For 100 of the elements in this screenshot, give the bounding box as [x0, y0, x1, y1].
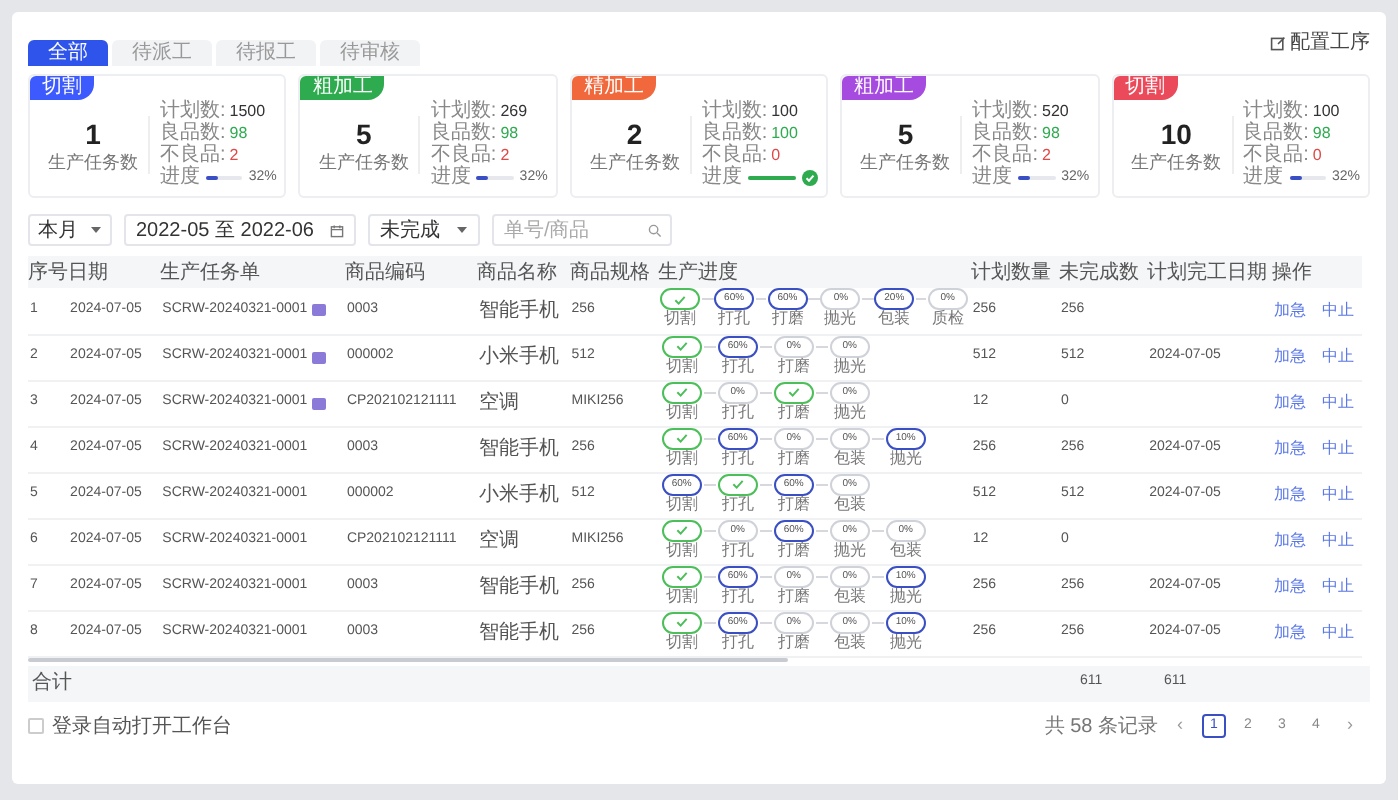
step-label: 打孔 [721, 403, 754, 421]
bad-value: 0 [771, 144, 781, 166]
action-link[interactable]: 中止 [1321, 345, 1354, 369]
action-link[interactable]: 加急 [1273, 575, 1306, 599]
count-label: 生产任务数 [1131, 151, 1222, 173]
bad-value: 2 [229, 144, 239, 166]
table-cell: 智能手机 [477, 426, 570, 472]
column-header: 计划完工日期 [1147, 256, 1272, 288]
progress-label: 进度 [160, 166, 200, 188]
step-label: 抛光 [889, 633, 922, 651]
step-label: 切割 [665, 541, 698, 559]
column-header: 计划数量 [970, 256, 1059, 288]
status-select[interactable]: 未完成 [367, 214, 480, 246]
action-link[interactable]: 中止 [1321, 575, 1354, 599]
tab[interactable]: 全部 [28, 40, 108, 66]
action-link[interactable]: 加急 [1273, 391, 1306, 415]
prev-page-button[interactable]: ‹ [1168, 712, 1192, 740]
step-done-icon [661, 611, 702, 633]
caret-icon [90, 224, 102, 236]
progress-label: 进度 [1243, 166, 1284, 188]
plan-label: 计划数: [1243, 100, 1309, 122]
bad-value: 0 [1312, 144, 1322, 166]
stage-tag: 精加工 [571, 76, 656, 100]
step-label: 抛光 [833, 541, 866, 559]
plan-label: 计划数: [430, 100, 497, 122]
date-range-field[interactable]: 2022-05 至 2022-06 [124, 214, 356, 246]
step-label: 包装 [889, 541, 922, 559]
step-label: 包装 [878, 310, 911, 329]
step-done-icon [717, 473, 758, 495]
good-value: 100 [771, 122, 798, 144]
step-label: 抛光 [889, 587, 922, 605]
progress-label: 进度 [701, 166, 742, 188]
checkbox[interactable] [28, 718, 44, 734]
tab[interactable]: 待审核 [320, 40, 420, 66]
plan-value: 269 [500, 100, 528, 122]
step-label: 切割 [665, 633, 698, 651]
step-label: 抛光 [833, 403, 866, 421]
plan-label: 计划数: [160, 100, 226, 122]
step-label: 打磨 [777, 495, 810, 513]
stage-tag: 切割 [30, 76, 94, 100]
step-label: 抛光 [833, 357, 866, 375]
step-label: 打磨 [777, 449, 810, 467]
column-header: 日期 [68, 256, 161, 288]
action-link[interactable]: 加急 [1273, 437, 1306, 461]
column-header: 生产任务单 [160, 256, 345, 288]
action-link[interactable]: 加急 [1273, 621, 1306, 645]
step-label: 抛光 [824, 310, 857, 329]
checkbox-label: 登录自动打开工作台 [52, 713, 232, 741]
column-header: 商品规格 [569, 256, 658, 288]
table-cell: 小米手机 [477, 334, 570, 380]
table-cell: 小米手机 [477, 472, 570, 518]
good-value: 98 [229, 122, 248, 144]
search-icon [647, 223, 662, 237]
task-count: 5 [897, 115, 914, 151]
table-cell: 智能手机 [477, 288, 570, 334]
step-label: 切割 [665, 587, 698, 605]
action-link[interactable]: 中止 [1321, 483, 1354, 507]
count-label: 生产任务数 [589, 151, 680, 173]
tab[interactable]: 待派工 [112, 40, 212, 66]
step-label: 打磨 [777, 587, 810, 605]
plan-label: 计划数: [701, 100, 768, 122]
good-value: 98 [1042, 122, 1060, 144]
bad-label: 不良品: [160, 144, 226, 166]
tab[interactable]: 待报工 [216, 40, 316, 66]
step-done-icon [661, 519, 702, 541]
next-page-button[interactable]: › [1338, 712, 1362, 740]
step-label: 切割 [664, 310, 697, 329]
search-field[interactable]: 单号/商品 [491, 214, 672, 246]
action-link[interactable]: 中止 [1321, 621, 1354, 645]
good-label: 良品数: [972, 122, 1038, 144]
action-link[interactable]: 加急 [1273, 345, 1306, 369]
step-label: 质检 [931, 310, 964, 329]
step-done-icon [661, 381, 702, 403]
step-label: 打磨 [771, 310, 804, 329]
action-link[interactable]: 加急 [1273, 529, 1306, 553]
good-label: 良品数: [430, 122, 497, 144]
step-label: 包装 [833, 587, 866, 605]
step-label: 打磨 [777, 541, 810, 559]
action-link[interactable]: 中止 [1321, 437, 1354, 461]
step-label: 包装 [833, 633, 866, 651]
action-link[interactable]: 中止 [1321, 298, 1354, 323]
step-label: 打孔 [721, 541, 754, 559]
action-link[interactable]: 加急 [1273, 483, 1306, 507]
action-link[interactable]: 加急 [1273, 298, 1306, 323]
step-done-icon [661, 335, 702, 357]
good-label: 良品数: [1243, 122, 1309, 144]
period-select[interactable]: 本月 [28, 214, 112, 246]
step-done-icon [661, 565, 702, 587]
action-link[interactable]: 中止 [1321, 391, 1354, 415]
caret-icon [455, 224, 468, 236]
config-button[interactable]: 配置工序 [1270, 28, 1370, 58]
task-count: 5 [356, 115, 372, 151]
plan-value: 520 [1042, 100, 1069, 122]
step-label: 抛光 [889, 449, 922, 467]
action-link[interactable]: 中止 [1321, 529, 1354, 553]
step-label: 打磨 [777, 403, 810, 421]
horizontal-scrollbar[interactable] [28, 657, 788, 661]
table-cell: 空调 [477, 380, 570, 426]
table-cell: 空调 [477, 518, 570, 564]
edit-icon [1270, 35, 1286, 51]
